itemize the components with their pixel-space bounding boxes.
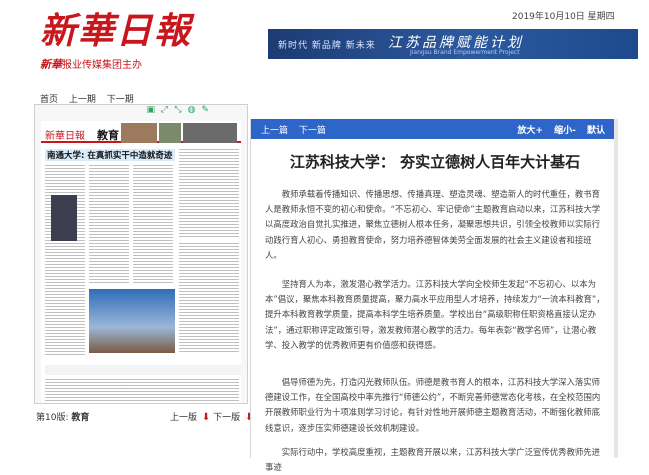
thumb-event-photo <box>89 289 175 353</box>
default-size-button[interactable]: 默认 <box>587 126 605 136</box>
site-header: 新華日報 新華报业传媒集团主办 2019年10月10日 星期四 新时代 新品牌 … <box>0 0 649 88</box>
thumb-bottom-headline[interactable] <box>45 365 241 375</box>
article-scrollbar[interactable] <box>614 119 618 458</box>
brand-banner[interactable]: 新时代 新品牌 新未来 江苏品牌赋能计划 Jiangsu Brand Empow… <box>268 29 638 59</box>
article-title: 江苏科技大学： 夯实立德树人百年大计基石 <box>289 153 581 171</box>
next-article-link[interactable]: 下一篇 <box>299 126 326 136</box>
thumb-photo-2 <box>159 123 181 143</box>
zoom-out-button[interactable]: 缩小- <box>554 126 576 136</box>
paper-section: 教育 <box>97 129 119 142</box>
thumb-text-column <box>45 165 85 355</box>
next-version-link[interactable]: 下一版 <box>213 413 240 423</box>
newspaper-logo[interactable]: 新華日報 <box>40 2 192 54</box>
page-thumbnail[interactable]: 新華日報 教育 南通大学: 在真抓实干中造就奇迹 <box>34 104 248 404</box>
thumb-photo-1 <box>121 123 157 143</box>
article-paragraph: 倡导师德为先，打造闪光教师队伍。师德是教书育人的根本，江苏科技大学深入落实师德建… <box>265 377 601 433</box>
article-toolbar: 上一篇 下一篇 放大+ 缩小- 默认 <box>251 119 615 139</box>
shrink-icon[interactable]: ⤡ <box>173 105 183 117</box>
article-paragraph: 教师承载着传播知识、传播思想、传播真理、塑造灵魂、塑造新人的时代重任，教书育人是… <box>265 189 601 260</box>
article-paragraph: 实际行动中，学校高度重视，主题教育开展以来，江苏科技大学广泛宣传优秀教师先进事迹 <box>265 447 601 473</box>
thumbnail-toolbar: ▣ ⤢ ⤡ ◍ ✎ <box>146 105 210 117</box>
share-icon[interactable]: ✎ <box>200 105 210 117</box>
prev-version-link[interactable]: 上一版 <box>170 413 197 423</box>
newspaper-page-image[interactable]: 新華日報 教育 南通大学: 在真抓实干中造就奇迹 <box>41 121 241 403</box>
pdf-icon[interactable]: ⬇ <box>202 412 210 423</box>
thumb-text-column <box>45 379 239 401</box>
thumb-text-column <box>179 149 239 239</box>
wechat-icon[interactable]: ◍ <box>187 105 197 117</box>
publisher-text: 报业传媒集团主办 <box>62 60 142 71</box>
thumb-portrait-photo <box>51 195 77 241</box>
article-panel: 上一篇 下一篇 放大+ 缩小- 默认 江苏科技大学： 夯实立德树人百年大计基石 … <box>250 119 615 472</box>
expand-icon[interactable]: ⤢ <box>160 105 170 117</box>
prev-article-link[interactable]: 上一篇 <box>261 126 288 136</box>
article-paragraph: 坚持育人为本，激发潜心教学活力。江苏科技大学向全校师生发起“不忘初心、以本为本”… <box>265 279 605 350</box>
paper-brand: 新華日報 <box>45 131 85 142</box>
zoom-in-button[interactable]: 放大+ <box>517 126 543 136</box>
publisher-brand: 新華 <box>40 58 62 71</box>
banner-subtitle: Jiangsu Brand Empowerment Project <box>410 49 520 56</box>
version-nav: 上一版 ⬇ 下一版 ⬇ <box>170 410 253 423</box>
thumb-text-column <box>89 165 129 285</box>
thumb-photo-3 <box>183 123 237 143</box>
publisher-line: 新華报业传媒集团主办 <box>40 56 142 72</box>
thumb-headline[interactable]: 南通大学: 在真抓实干中造就奇迹 <box>45 149 175 161</box>
page-section-name: 教育 <box>71 413 90 423</box>
page-label: 第10版: 教育 <box>36 410 89 423</box>
page-number-label: 第10版: <box>36 413 69 423</box>
banner-tags: 新时代 新品牌 新未来 <box>278 41 376 51</box>
issue-date: 2019年10月10日 星期四 <box>512 12 615 22</box>
thumb-text-column <box>133 165 173 285</box>
copy-icon[interactable]: ▣ <box>146 105 156 117</box>
thumb-text-column <box>179 243 239 353</box>
